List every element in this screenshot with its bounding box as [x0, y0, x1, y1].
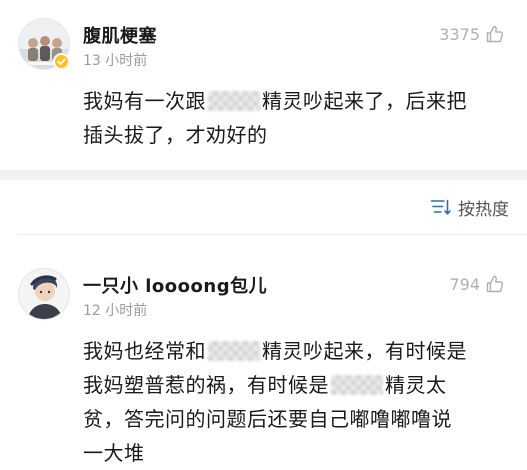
avatar[interactable]	[18, 268, 70, 320]
censored-mosaic	[208, 341, 260, 361]
comment-line: 贫，答完问的问题后还要自己嘟噜嘟噜说	[83, 402, 513, 436]
text-segment: 我妈也经常和	[83, 339, 206, 363]
comment-line: 我妈也经常和 精灵吵起来，有时候是	[83, 334, 513, 368]
sort-icon	[430, 198, 452, 216]
like-count: 3375	[439, 24, 480, 44]
verified-badge-icon	[53, 53, 70, 70]
text-segment: 贫，答完问的问题后还要自己嘟噜嘟噜说	[83, 407, 452, 431]
comment-text: 我妈有一次跟 精灵吵起来了，后来把 插头拔了，才劝好的	[83, 84, 513, 152]
text-segment: 精灵吵起来，有时候是	[262, 339, 467, 363]
text-segment: 精灵太	[385, 373, 447, 397]
username[interactable]: 腹肌梗塞	[83, 22, 157, 48]
sort-bar: 按热度	[0, 180, 527, 235]
comment-item: 一只小 loooong包儿 12 小时前 794 我妈也经常和 精灵吵起来，有时候…	[0, 250, 527, 465]
comment-text: 我妈也经常和 精灵吵起来，有时候是 我妈塑普惹的祸，有时候是 精灵太 贫，答完问的问…	[83, 334, 513, 470]
comment-line: 插头拔了，才劝好的	[83, 118, 513, 152]
like-button[interactable]: 3375	[439, 22, 505, 46]
sort-toggle-button[interactable]: 按热度	[430, 194, 509, 220]
censored-mosaic	[331, 375, 383, 395]
like-count: 794	[449, 274, 480, 294]
divider	[18, 234, 527, 235]
timestamp: 12 小时前	[83, 303, 148, 319]
text-segment: 插头拔了，才劝好的	[83, 123, 268, 147]
text-segment: 精灵吵起来了，后来把	[262, 89, 467, 113]
comment-line: 我妈塑普惹的祸，有时候是 精灵太	[83, 368, 513, 402]
username[interactable]: 一只小 loooong包儿	[83, 272, 267, 298]
text-segment: 我妈塑普惹的祸，有时候是	[83, 373, 329, 397]
text-segment: 一大堆	[83, 441, 145, 465]
section-separator	[0, 170, 527, 180]
censored-mosaic	[208, 91, 260, 111]
cartoon-person-avatar-icon	[19, 269, 69, 319]
comment-line: 我妈有一次跟 精灵吵起来了，后来把	[83, 84, 513, 118]
comment-line: 一大堆	[83, 436, 513, 470]
comment-item: 腹肌梗塞 13 小时前 3375 我妈有一次跟 精灵吵起来了，后来把 插头拔了，才…	[0, 0, 527, 170]
like-button[interactable]: 794	[449, 272, 505, 296]
sort-label: 按热度	[458, 199, 509, 220]
timestamp: 13 小时前	[83, 53, 148, 69]
text-segment: 我妈有一次跟	[83, 89, 206, 113]
thumbs-up-icon	[485, 24, 505, 44]
thumbs-up-icon	[485, 274, 505, 294]
